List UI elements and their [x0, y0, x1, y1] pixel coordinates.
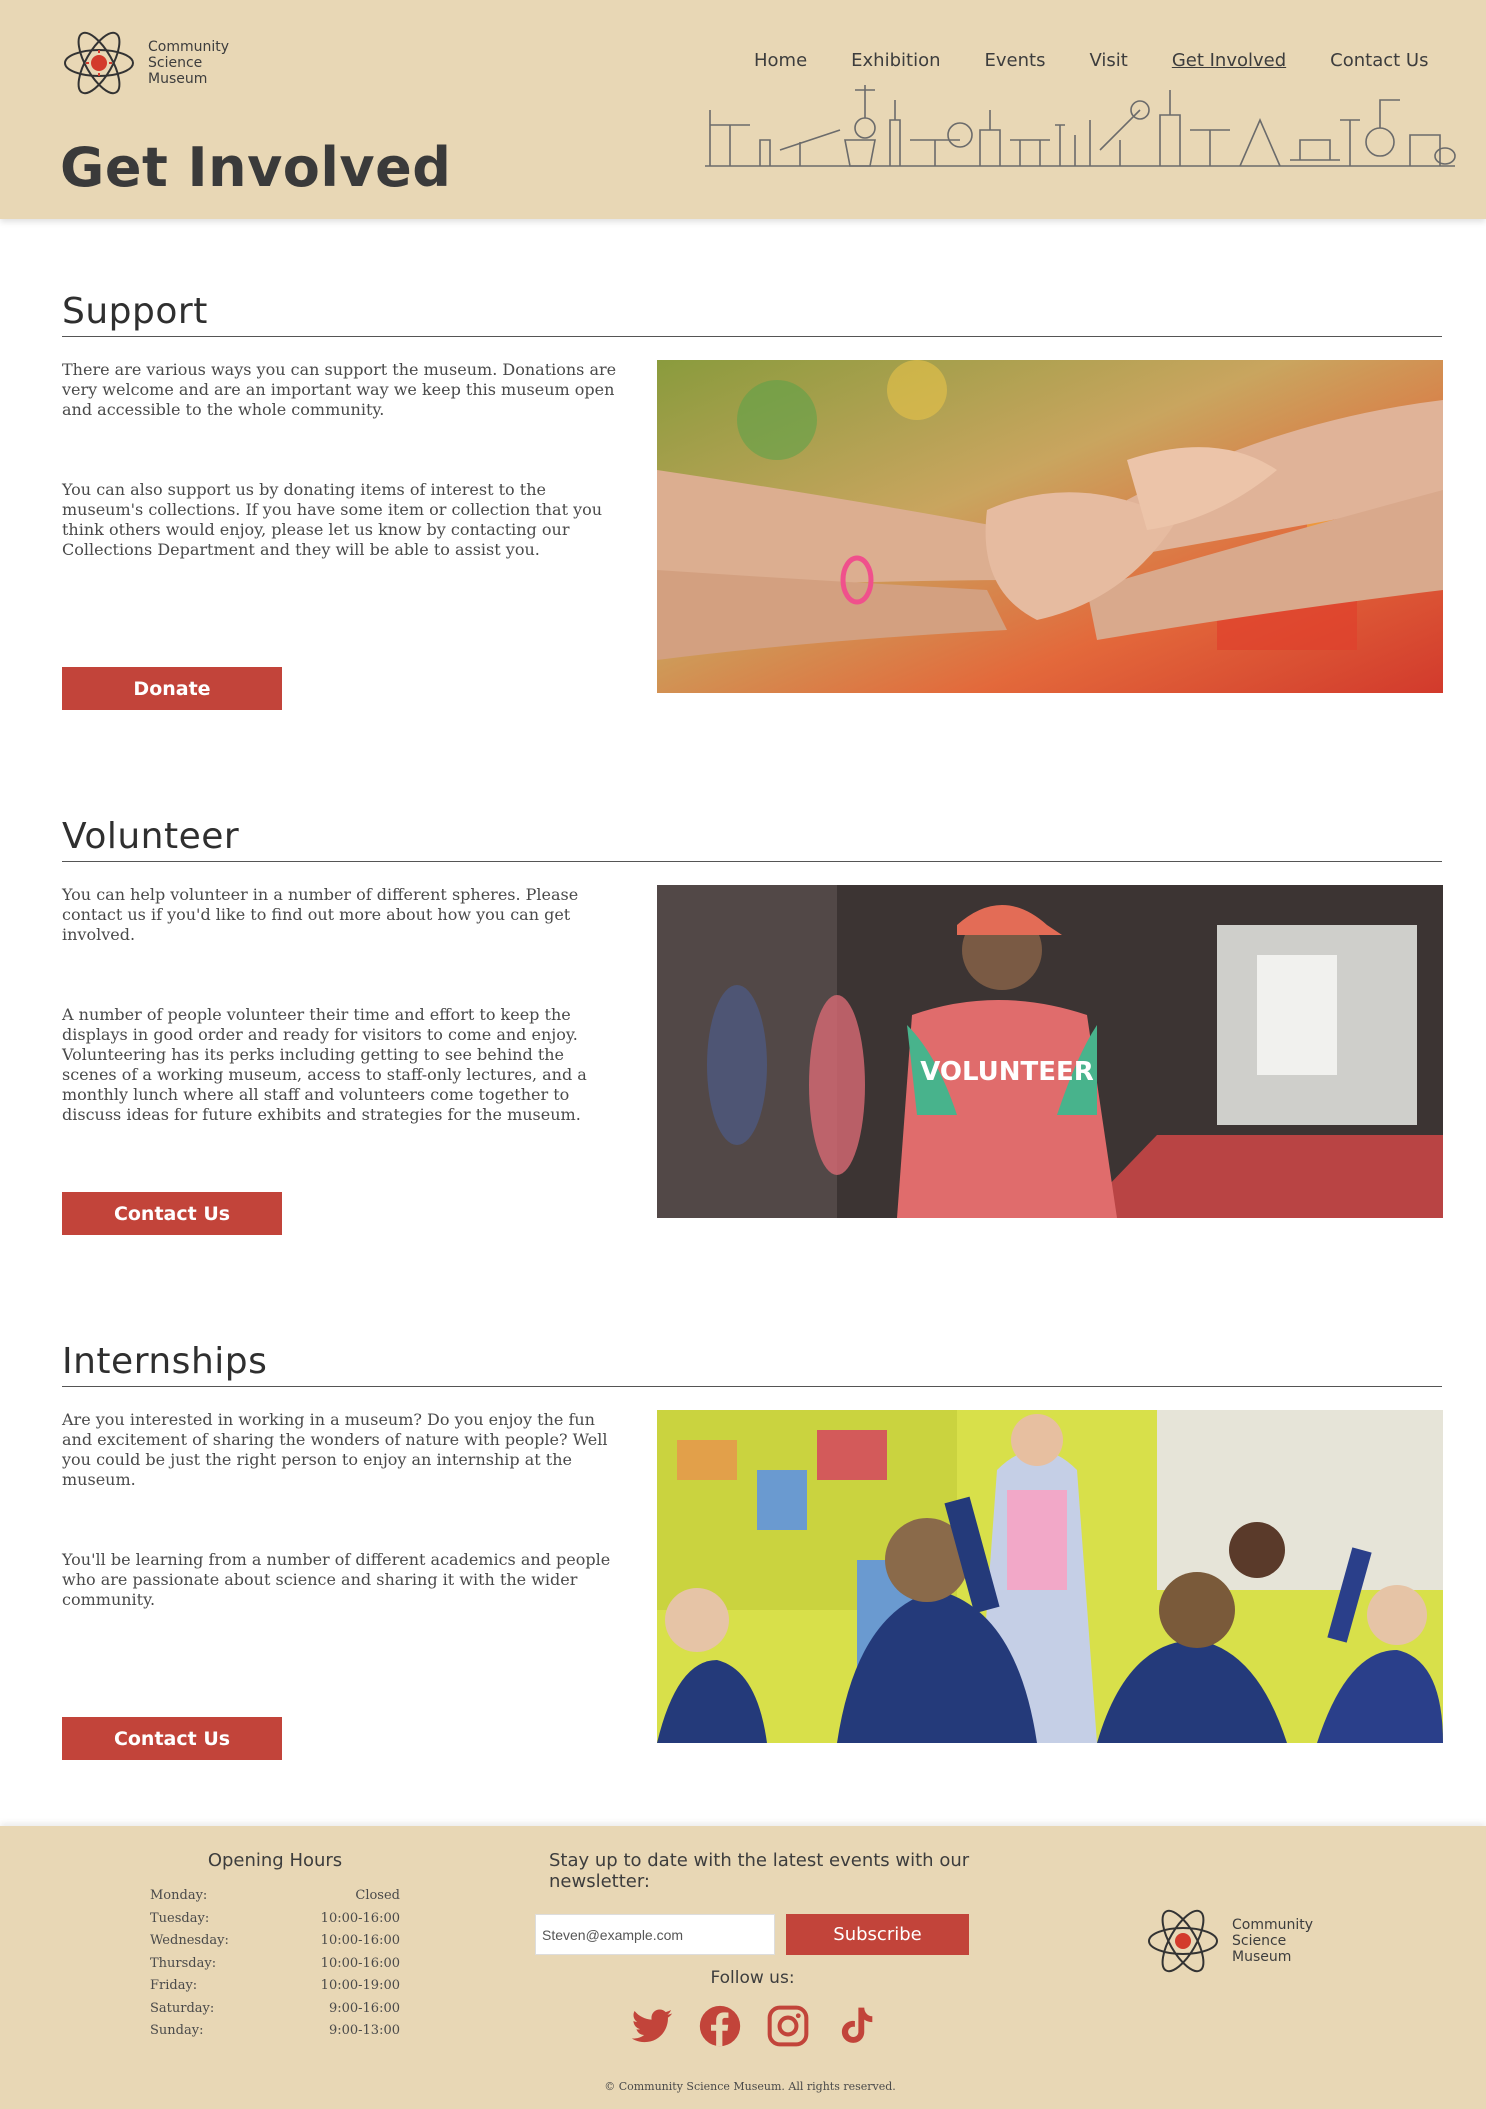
hours-day: Friday: — [150, 1978, 198, 1993]
section-heading: Volunteer — [62, 815, 1442, 862]
hours-row: Thursday: 10:00-16:00 — [150, 1953, 400, 1976]
subscribe-button[interactable]: Subscribe — [786, 1914, 969, 1955]
nav-contact-us[interactable]: Contact Us — [1330, 50, 1428, 71]
paragraph: You'll be learning from a number of diff… — [62, 1550, 611, 1609]
section-text: You can help volunteer in a number of di… — [62, 885, 622, 1185]
section-text: There are various ways you can support t… — [62, 360, 622, 620]
volunteer-contact-button[interactable]: Contact Us — [62, 1192, 282, 1235]
hours-row: Monday: Closed — [150, 1885, 400, 1908]
hours-time: 9:00-16:00 — [328, 2000, 400, 2016]
hours-row: Tuesday: 10:00-16:00 — [150, 1908, 400, 1931]
opening-hours-title: Opening Hours — [207, 1850, 343, 1871]
lab-equipment-illustration — [705, 85, 1456, 167]
nav-home[interactable]: Home — [754, 50, 807, 71]
hours-day: Wednesday: — [150, 1933, 229, 1948]
nav-exhibition[interactable]: Exhibition — [851, 50, 940, 71]
logo-line: Community — [148, 39, 230, 55]
copyright-text: © Community Science Museum. All rights r… — [604, 2080, 896, 2093]
hours-day: Saturday: — [150, 2000, 215, 2016]
nav-events[interactable]: Events — [985, 50, 1046, 71]
atom-logo-icon — [1148, 1909, 1218, 1973]
internships-section: Internships Are you interested in workin… — [62, 1340, 1443, 1760]
logo-text: Community Science Museum — [148, 39, 229, 87]
tiktok-icon[interactable] — [834, 2004, 878, 2048]
hands-together-photo — [657, 360, 1443, 693]
nav-get-involved[interactable]: Get Involved — [1172, 50, 1286, 71]
paragraph: Are you interested in working in a museu… — [62, 1410, 608, 1489]
instagram-icon[interactable] — [766, 2004, 810, 2048]
logo-text: Community Science Museum — [1232, 1917, 1313, 1965]
section-heading: Support — [62, 290, 1442, 337]
site-footer: Opening Hours Monday: Closed Tuesday: 10:0… — [0, 1826, 1486, 2109]
volunteer-photo: VOLUNTEER — [657, 885, 1443, 1218]
section-text: Are you interested in working in a museu… — [62, 1410, 622, 1670]
hours-time: Closed — [355, 1888, 400, 1903]
hours-row: Sunday: 9:00-13:00 — [150, 2020, 400, 2043]
opening-hours: Opening Hours Monday: Closed Tuesday: 10:0… — [150, 1850, 400, 2043]
social-links — [630, 2004, 902, 2048]
hours-day: Tuesday: — [150, 1910, 210, 1926]
paragraph: There are various ways you can support t… — [62, 360, 617, 419]
hours-time: 10:00-16:00 — [320, 1955, 400, 1971]
hours-day: Thursday: — [150, 1955, 217, 1971]
hours-day: Sunday: — [150, 2023, 204, 2038]
classroom-photo — [657, 1410, 1443, 1743]
hours-time: 10:00-19:00 — [320, 1978, 400, 1993]
twitter-icon[interactable] — [630, 2004, 674, 2048]
donate-button[interactable]: Donate — [62, 667, 282, 710]
volunteer-section: Volunteer You can help volunteer in a nu… — [62, 815, 1443, 1235]
section-heading: Internships — [62, 1340, 1442, 1387]
support-section: Support There are various ways you can s… — [62, 290, 1443, 710]
hours-time: 10:00-16:00 — [320, 1933, 400, 1948]
footer-logo[interactable]: Community Science Museum — [1146, 1906, 1313, 1976]
atom-logo-icon — [64, 31, 134, 95]
volunteer-shirt-text: VOLUNTEER — [920, 1057, 1094, 1087]
paragraph: A number of people volunteer their time … — [62, 1005, 587, 1124]
page-title: Get Involved — [60, 136, 452, 199]
nav-visit[interactable]: Visit — [1089, 50, 1127, 71]
logo-line: Science — [148, 55, 203, 71]
hours-time: 10:00-16:00 — [320, 1910, 400, 1926]
logo-line: Science — [1232, 1933, 1287, 1949]
facebook-icon[interactable] — [698, 2004, 742, 2048]
site-logo[interactable]: Community Science Museum — [62, 28, 229, 98]
hours-row: Saturday: 9:00-16:00 — [150, 1998, 400, 2021]
paragraph: You can help volunteer in a number of di… — [62, 885, 579, 944]
main-nav: Home Exhibition Events Visit Get Involve… — [754, 50, 1428, 71]
hours-day: Monday: — [150, 1888, 208, 1903]
internship-contact-button[interactable]: Contact Us — [62, 1717, 282, 1760]
logo-line: Museum — [1232, 1949, 1292, 1965]
follow-us-label: Follow us: — [710, 1968, 795, 1988]
email-field[interactable]: Steven@example.com — [535, 1914, 775, 1955]
logo-line: Community — [1232, 1917, 1314, 1933]
paragraph: You can also support us by donating item… — [62, 480, 603, 559]
logo-line: Museum — [148, 71, 208, 87]
hours-row: Friday: 10:00-19:00 — [150, 1975, 400, 1998]
hours-row: Wednesday: 10:00-16:00 — [150, 1930, 400, 1953]
hours-time: 9:00-13:00 — [328, 2023, 400, 2038]
site-header: Community Science Museum Home Exhibition… — [0, 0, 1486, 219]
newsletter-text: Stay up to date with the latest events w… — [549, 1850, 970, 1892]
